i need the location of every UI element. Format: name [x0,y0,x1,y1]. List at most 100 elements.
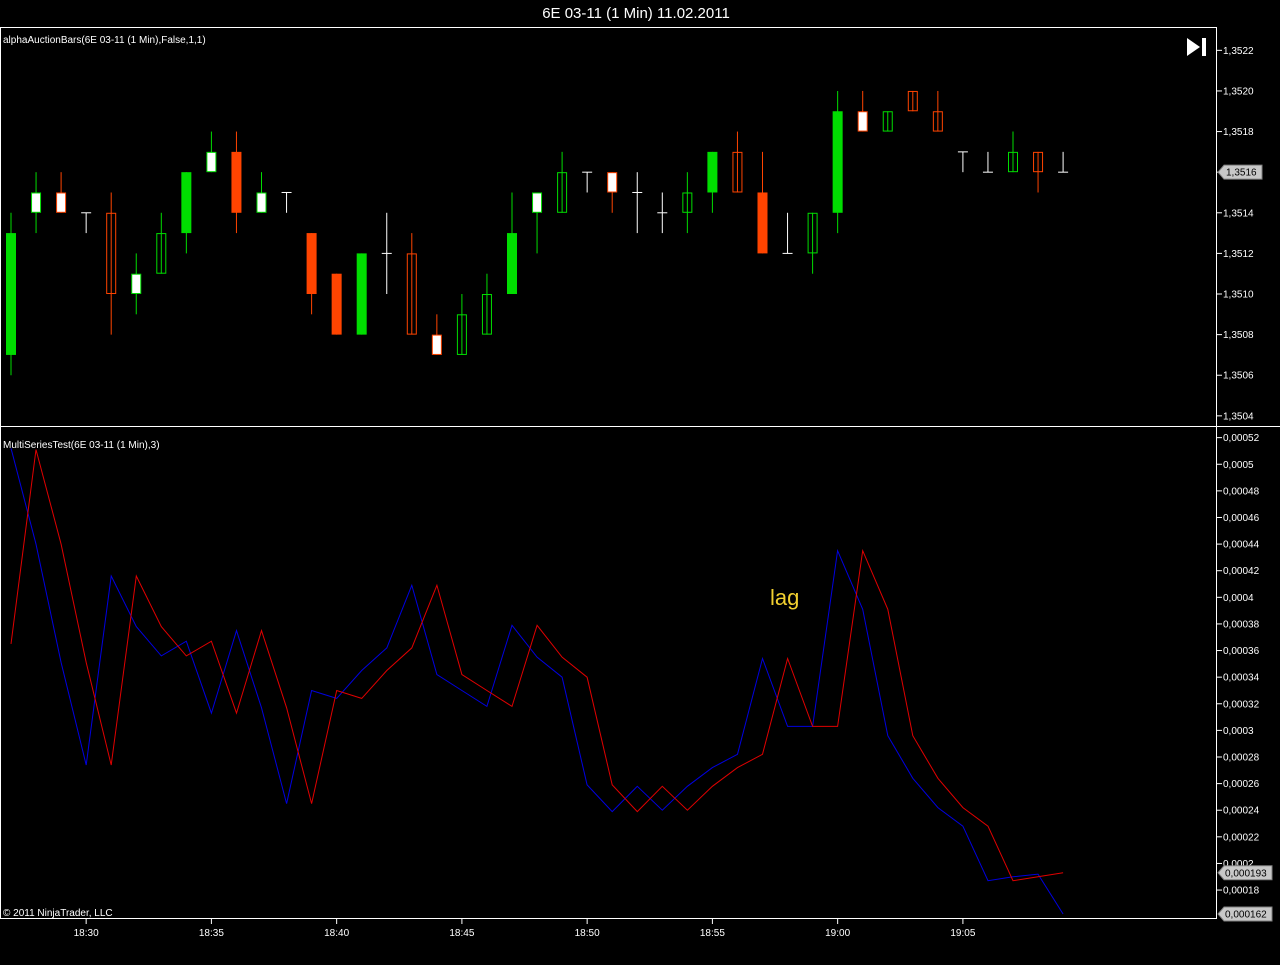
indicator-tick-label: 0,00026 [1223,779,1260,790]
candle-bar [707,151,718,213]
candle-bar [507,192,517,295]
candle-bar [582,171,593,193]
candle-body [31,192,42,213]
candle-body [532,192,543,213]
indicator-tick-label: 0,00018 [1223,886,1260,897]
chart-window: 6E 03-11 (1 Min) 11.02.2011 alphaAuction… [0,5,1280,939]
price-tick-label: 1,3522 [1223,46,1254,57]
candle-body [56,192,67,213]
time-tick-label: 18:50 [575,928,600,939]
indicator-tick-label: 0,00048 [1223,486,1260,497]
time-tick-label: 18:40 [324,928,349,939]
indicator-tick-label: 0,00036 [1223,646,1260,657]
indicator-value-label: 0,000193 [1225,868,1267,879]
time-tick-label: 18:30 [74,928,99,939]
time-tick-label: 18:55 [700,928,725,939]
candle-bar [657,192,668,234]
copyright-text: © 2011 NinjaTrader, LLC [3,908,113,919]
indicator-tick-label: 0,00046 [1223,513,1260,524]
candle-bar [732,131,743,193]
price-tick-label: 1,3510 [1223,290,1254,301]
time-tick-label: 18:35 [199,928,224,939]
candle-bar [456,294,467,355]
indicator-value-label: 0,000162 [1225,910,1267,921]
indicator-tick-label: 0,00022 [1223,832,1260,843]
candle-bar [532,192,543,254]
candle-bar [882,111,893,132]
candle-bar [81,212,92,234]
indicator-tick-label: 0,00028 [1223,752,1260,763]
indicator-tick-label: 0,0005 [1223,460,1254,471]
candle-bar [331,273,342,335]
candle-bar [56,172,67,213]
last-price-label: 1,3516 [1226,168,1257,179]
indicator-axis: 0,000180,00020,000220,000240,000260,0002… [1217,433,1273,922]
price-tick-label: 1,3514 [1223,208,1254,219]
candle-bar [1058,151,1069,173]
window-title: 6E 03-11 (1 Min) 11.02.2011 [542,5,730,22]
candle-bar [356,253,367,335]
candle-bar [181,172,192,254]
candle-bar [807,212,818,274]
time-tick-label: 18:45 [449,928,474,939]
candle-body [331,273,342,335]
candle-body [206,151,217,173]
candle-bar [982,151,993,173]
candle-bar [557,151,568,213]
candle-bar [281,191,292,213]
candle-bar [31,172,42,234]
panel2-label: MultiSeriesTest(6E 03-11 (1 Min),3) [3,440,160,451]
candle-bar [156,212,167,274]
candle-bar [857,90,868,132]
price-tick-label: 1,3512 [1223,249,1254,260]
candle-body [256,192,267,213]
plot-frame [0,27,1217,919]
price-tick-label: 1,3518 [1223,127,1254,138]
candle-bar [907,90,918,112]
candle-bar [306,233,317,315]
indicator-tick-label: 0,0004 [1223,593,1254,604]
candle-bar [1008,131,1018,173]
candle-bar [6,212,16,376]
candle-body [231,151,242,213]
indicator-tick-label: 0,00052 [1223,433,1260,444]
price-tick-label: 1,3504 [1223,411,1254,422]
candle-bar [106,192,117,335]
candle-bar [632,172,643,234]
candle-bar [932,90,943,132]
panel1-label: alphaAuctionBars(6E 03-11 (1 Min),False,… [3,35,206,46]
candle-body [181,172,192,234]
candle-bar [757,151,768,254]
candle-bar [607,172,618,213]
indicator-tick-label: 0,00032 [1223,699,1260,710]
candlestick-series [6,90,1069,376]
price-tick-label: 1,3506 [1223,371,1254,382]
candle-bar [1033,151,1044,193]
time-tick-label: 19:05 [950,928,975,939]
candle-bar [131,253,142,315]
indicator-series [10,448,1064,915]
candle-body [832,111,843,213]
indicator-tick-label: 0,00024 [1223,806,1260,817]
candle-body [707,151,718,193]
candle-body [857,111,868,132]
indicator-line [10,449,1064,882]
skip-to-end-icon[interactable] [1184,35,1210,59]
lag-annotation: lag [770,585,799,610]
candle-body [306,233,317,295]
indicator-tick-label: 0,00034 [1223,673,1260,684]
indicator-line [10,448,1064,915]
candle-body [431,334,442,355]
candle-bar [231,131,242,234]
candle-bar [256,172,267,213]
indicator-tick-label: 0,00042 [1223,566,1260,577]
candle-bar [481,273,492,335]
candle-bar [832,90,843,234]
indicator-tick-label: 0,0003 [1223,726,1254,737]
candle-body [757,192,768,254]
price-tick-label: 1,3520 [1223,86,1254,97]
candle-body [6,233,16,355]
candle-bar [206,131,217,173]
candle-bar [381,212,392,295]
time-axis: 18:30 18:35 18:40 18:45 18:50 18:55 19:00 19:05 [74,919,976,939]
